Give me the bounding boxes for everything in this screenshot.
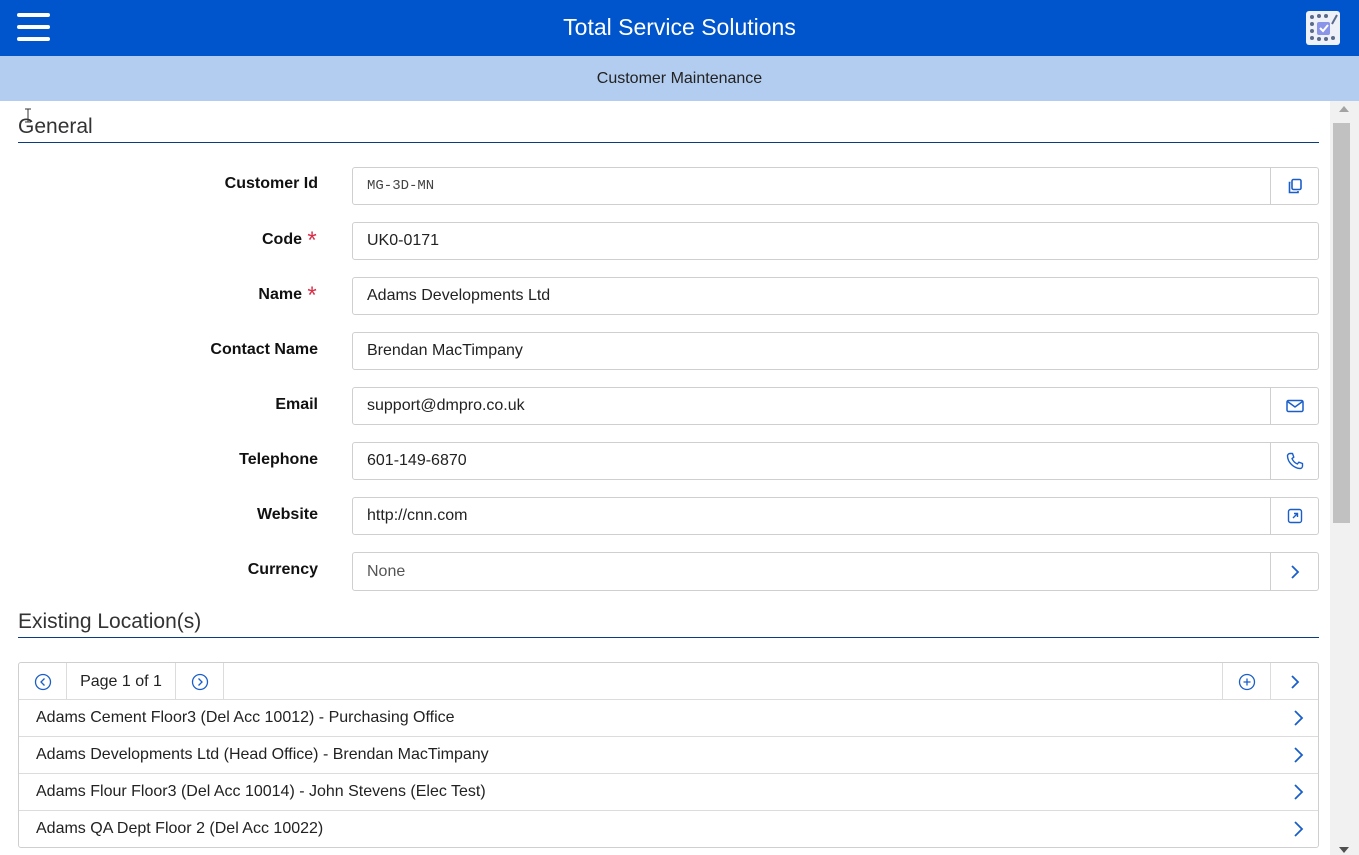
code-required-marker: *	[307, 227, 317, 254]
currency-field[interactable]: None	[352, 552, 1271, 591]
code-label: Code	[262, 231, 302, 248]
section-title-general: General	[18, 113, 1319, 143]
location-row-text: Adams Developments Ltd (Head Office) - B…	[36, 746, 489, 763]
open-locations-button[interactable]	[1270, 663, 1318, 700]
locations-grid: Page 1 of 1 Adams Cement Floor3 (Del Acc…	[18, 662, 1319, 848]
previous-page-button[interactable]	[19, 663, 67, 700]
location-row-text: Adams Flour Floor3 (Del Acc 10014) - Joh…	[36, 783, 486, 800]
copy-icon	[1288, 178, 1302, 194]
phone-icon	[1286, 452, 1303, 470]
chevron-right-icon	[1294, 710, 1304, 726]
select-currency-button[interactable]	[1270, 552, 1319, 591]
open-website-button[interactable]	[1270, 497, 1319, 535]
contact-name-label: Contact Name	[210, 341, 318, 358]
name-required-marker: *	[307, 282, 317, 309]
website-label: Website	[256, 506, 318, 523]
copy-customer-id-button[interactable]	[1270, 167, 1319, 205]
plus-circle-icon	[1238, 673, 1255, 690]
add-location-button[interactable]	[1222, 663, 1270, 700]
scroll-down-arrow-icon[interactable]	[1339, 847, 1349, 853]
mail-icon	[1285, 399, 1304, 413]
location-row[interactable]: Adams Developments Ltd (Head Office) - B…	[19, 737, 1318, 774]
app-title: Total Service Solutions	[563, 14, 796, 40]
chevron-left-circle-icon	[34, 673, 51, 690]
code-field[interactable]: UK0-0171	[352, 222, 1319, 260]
chevron-right-icon	[1290, 564, 1299, 579]
customer-id-label: Customer Id	[224, 175, 318, 192]
page-indicator: Page 1 of 1	[67, 663, 176, 700]
location-row[interactable]: Adams Flour Floor3 (Del Acc 10014) - Joh…	[19, 774, 1318, 811]
chevron-right-circle-icon	[191, 673, 208, 690]
name-field[interactable]: Adams Developments Ltd	[352, 277, 1319, 315]
app-header: Total Service Solutions	[0, 0, 1359, 56]
chevron-right-icon	[1294, 747, 1304, 763]
section-title-existing-locations: Existing Location(s)	[18, 608, 1319, 638]
external-link-icon	[1287, 508, 1302, 524]
name-label: Name	[258, 286, 302, 303]
chevron-right-icon	[1294, 821, 1304, 837]
email-label: Email	[275, 396, 318, 413]
currency-label: Currency	[247, 561, 318, 578]
telephone-field[interactable]: 601-149-6870	[352, 442, 1271, 480]
email-field[interactable]: support@dmpro.co.uk	[352, 387, 1271, 425]
locations-grid-toolbar: Page 1 of 1	[19, 663, 1318, 700]
app-logo-icon[interactable]	[1306, 11, 1340, 45]
send-email-button[interactable]	[1270, 387, 1319, 425]
chevron-right-icon	[1294, 784, 1304, 800]
customer-id-field: MG-3D-MN	[352, 167, 1271, 205]
telephone-label: Telephone	[239, 451, 318, 468]
scroll-up-arrow-icon[interactable]	[1339, 106, 1349, 112]
location-row-text: Adams QA Dept Floor 2 (Del Acc 10022)	[36, 820, 324, 837]
chevron-right-icon	[1290, 674, 1299, 689]
call-telephone-button[interactable]	[1270, 442, 1319, 480]
contact-name-field[interactable]: Brendan MacTimpany	[352, 332, 1319, 370]
website-field[interactable]: http://cnn.com	[352, 497, 1271, 535]
location-row[interactable]: Adams QA Dept Floor 2 (Del Acc 10022)	[19, 811, 1318, 847]
location-row[interactable]: Adams Cement Floor3 (Del Acc 10012) - Pu…	[19, 700, 1318, 737]
next-page-button[interactable]	[176, 663, 224, 700]
location-row-text: Adams Cement Floor3 (Del Acc 10012) - Pu…	[36, 709, 455, 726]
page-title: Customer Maintenance	[596, 70, 763, 87]
scrollbar-thumb[interactable]	[1333, 123, 1350, 523]
page-subheader: Customer Maintenance	[0, 56, 1359, 101]
page-indicator-text: Page 1 of 1	[80, 672, 162, 690]
